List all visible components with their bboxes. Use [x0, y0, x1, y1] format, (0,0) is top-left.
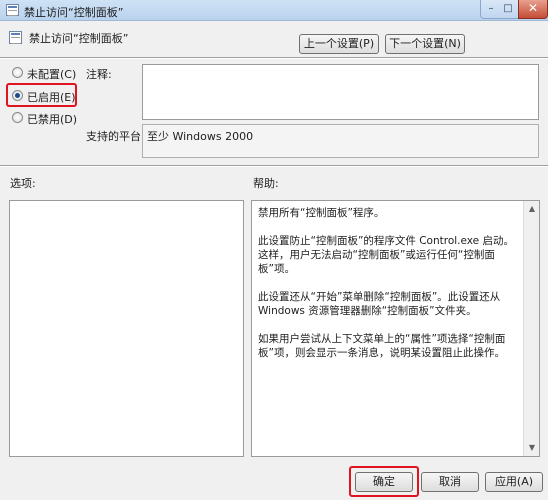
scroll-down-icon[interactable]: ▼: [527, 443, 537, 453]
next-setting-button[interactable]: 下一个设置(N): [385, 34, 465, 54]
radio-button[interactable]: [12, 112, 23, 123]
help-label: 帮助:: [253, 177, 279, 190]
cancel-button[interactable]: 取消: [421, 472, 479, 492]
policy-icon: [9, 31, 22, 44]
platform-box: 至少 Windows 2000: [142, 124, 539, 158]
comment-textarea[interactable]: [142, 64, 539, 120]
radio-disabled[interactable]: 已禁用(D): [12, 110, 82, 126]
comment-label: 注释:: [86, 68, 112, 81]
help-paragraph: 如果用户尝试从上下文菜单上的“属性”项选择“控制面板”项，则会显示一条消息，说明…: [258, 333, 506, 359]
options-label: 选项:: [10, 177, 36, 190]
help-pane[interactable]: 禁用所有“控制面板”程序。 此设置防止“控制面板”的程序文件 Control.e…: [251, 200, 540, 457]
ok-highlight-box: [349, 466, 419, 497]
header-divider: [0, 57, 548, 59]
radio-label: 已禁用(D): [27, 113, 78, 126]
options-pane[interactable]: [9, 200, 244, 457]
radio-button[interactable]: [12, 67, 23, 78]
help-paragraph: 禁用所有“控制面板”程序。: [258, 207, 385, 219]
help-scrollbar[interactable]: ▲ ▼: [523, 201, 539, 456]
policy-name: 禁止访问“控制面板”: [29, 32, 129, 45]
radio-label: 未配置(C): [27, 68, 77, 81]
scroll-up-icon[interactable]: ▲: [527, 204, 537, 214]
platform-value: 至少 Windows 2000: [147, 130, 254, 143]
radio-not-configured[interactable]: 未配置(C): [12, 65, 82, 81]
help-text: 禁用所有“控制面板”程序。 此设置防止“控制面板”的程序文件 Control.e…: [252, 201, 539, 379]
window-title: 禁止访问“控制面板”: [24, 6, 124, 19]
help-paragraph: 此设置防止“控制面板”的程序文件 Control.exe 启动。这样，用户无法启…: [258, 235, 514, 275]
middle-divider: [0, 165, 548, 167]
platform-label: 支持的平台:: [86, 130, 145, 143]
minimize-button[interactable]: –: [482, 2, 500, 15]
close-button[interactable]: ✕: [518, 0, 548, 19]
previous-setting-button[interactable]: 上一个设置(P): [299, 34, 379, 54]
maximize-button[interactable]: □: [499, 2, 517, 15]
help-paragraph: 此设置还从“开始”菜单删除“控制面板”。此设置还从 Windows 资源管理器删…: [258, 291, 501, 317]
policy-window-icon: [6, 4, 19, 16]
enabled-highlight-box: [6, 83, 77, 107]
apply-button[interactable]: 应用(A): [485, 472, 543, 492]
